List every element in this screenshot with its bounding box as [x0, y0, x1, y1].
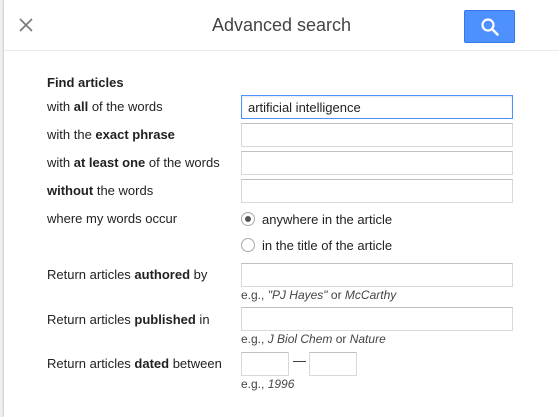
radio-anywhere-in-article[interactable]: anywhere in the article — [241, 211, 401, 229]
label-published-bold: published — [134, 312, 196, 327]
date-hint: e.g., 1996 — [241, 377, 294, 391]
radio-label-title: in the title of the article — [262, 238, 393, 253]
label-authored-bold: authored — [134, 267, 191, 282]
all-words-input[interactable] — [241, 95, 513, 119]
label-without: without the words — [47, 183, 153, 198]
label-exact-phrase-pre: with the — [47, 127, 96, 142]
search-button[interactable] — [464, 10, 515, 43]
label-occurrence: where my words occur — [47, 211, 178, 226]
label-published: Return articles published in — [47, 312, 210, 327]
label-all-words-post: of the words — [88, 99, 163, 114]
section-title-find-articles: Find articles — [47, 75, 124, 90]
label-all-words-pre: with — [47, 99, 74, 114]
label-all-words-bold: all — [73, 99, 89, 114]
label-dated-bold: dated — [134, 356, 170, 371]
label-without-post: the words — [93, 183, 154, 198]
label-dated-pre: Return articles — [47, 356, 135, 371]
publication-hint-pre: e.g., — [241, 332, 268, 346]
advanced-search-dialog: Advanced search Find articles with all o… — [4, 0, 559, 417]
label-at-least-one-post: of the words — [145, 155, 220, 170]
author-hint-example-1: "PJ Hayes" — [267, 288, 328, 302]
radio-button-title[interactable] — [241, 238, 255, 252]
author-input[interactable] — [241, 263, 513, 287]
author-hint: e.g., "PJ Hayes" or McCarthy — [241, 288, 396, 302]
year-to-input[interactable] — [309, 352, 357, 376]
label-published-post: in — [195, 312, 210, 327]
label-exact-phrase: with the exact phrase — [47, 127, 175, 142]
label-published-pre: Return articles — [47, 312, 135, 327]
search-icon — [481, 18, 499, 36]
author-hint-mid: or — [327, 288, 345, 302]
radio-button-anywhere[interactable] — [241, 212, 255, 226]
label-authored-post: by — [190, 267, 208, 282]
exact-phrase-input[interactable] — [241, 123, 513, 147]
label-dated-post: between — [169, 356, 222, 371]
publication-hint-example-1: J Biol Chem — [267, 332, 333, 346]
label-authored: Return articles authored by — [47, 267, 207, 282]
without-words-input[interactable] — [241, 179, 513, 203]
label-dated: Return articles dated between — [47, 356, 222, 371]
radio-title-of-article[interactable]: in the title of the article — [241, 237, 401, 255]
label-all-words: with all of the words — [47, 99, 163, 114]
date-hint-example: 1996 — [267, 377, 295, 391]
publication-input[interactable] — [241, 307, 513, 331]
label-without-bold: without — [47, 183, 94, 198]
label-at-least-one: with at least one of the words — [47, 155, 220, 170]
dialog-header: Advanced search — [4, 0, 559, 51]
radio-label-anywhere: anywhere in the article — [262, 212, 393, 227]
publication-hint-mid: or — [332, 332, 350, 346]
year-from-input[interactable] — [241, 352, 289, 376]
publication-hint-example-2: Nature — [349, 332, 386, 346]
author-hint-example-2: McCarthy — [344, 288, 397, 302]
label-exact-phrase-bold: exact phrase — [95, 127, 175, 142]
label-at-least-one-pre: with — [47, 155, 74, 170]
at-least-one-input[interactable] — [241, 151, 513, 175]
label-at-least-one-bold: at least one — [73, 155, 146, 170]
date-hint-pre: e.g., — [241, 377, 268, 391]
publication-hint: e.g., J Biol Chem or Nature — [241, 332, 386, 346]
author-hint-pre: e.g., — [241, 288, 268, 302]
date-range-separator: — — [293, 353, 306, 368]
label-authored-pre: Return articles — [47, 267, 135, 282]
